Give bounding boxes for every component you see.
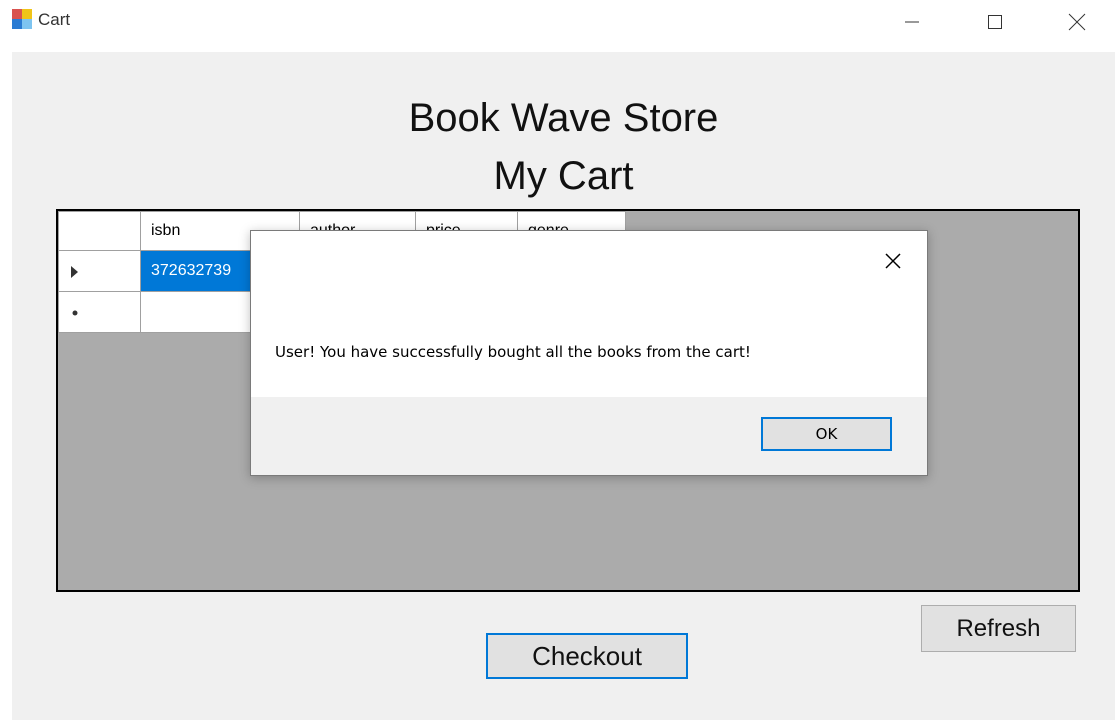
close-button[interactable] <box>1048 0 1106 44</box>
store-name-heading: Book Wave Store <box>408 96 719 140</box>
message-dialog: User! You have successfully bought all t… <box>250 230 928 476</box>
form-client-area: Book Wave Store My Cart isbn author pric… <box>12 52 1115 720</box>
close-icon <box>1068 13 1086 31</box>
close-icon <box>885 253 901 269</box>
title-bar: Cart <box>0 0 1115 44</box>
row-header-cell[interactable] <box>58 250 141 292</box>
current-row-arrow-icon <box>71 266 78 278</box>
ok-button[interactable]: OK <box>761 417 892 451</box>
dialog-message: User! You have successfully bought all t… <box>275 343 751 361</box>
page-title: My Cart <box>493 154 634 198</box>
maximize-button[interactable] <box>966 0 1024 44</box>
maximize-icon <box>988 15 1002 29</box>
top-left-header-cell[interactable] <box>58 211 141 251</box>
window-title: Cart <box>38 10 71 29</box>
new-row-asterisk-icon <box>72 310 78 316</box>
row-header-cell[interactable] <box>58 291 141 333</box>
minimize-button[interactable] <box>883 0 941 44</box>
refresh-button[interactable]: Refresh <box>921 605 1076 652</box>
checkout-button[interactable]: Checkout <box>486 633 688 679</box>
dialog-close-button[interactable] <box>881 249 905 273</box>
minimize-icon <box>905 21 919 23</box>
app-form-icon <box>12 9 32 29</box>
